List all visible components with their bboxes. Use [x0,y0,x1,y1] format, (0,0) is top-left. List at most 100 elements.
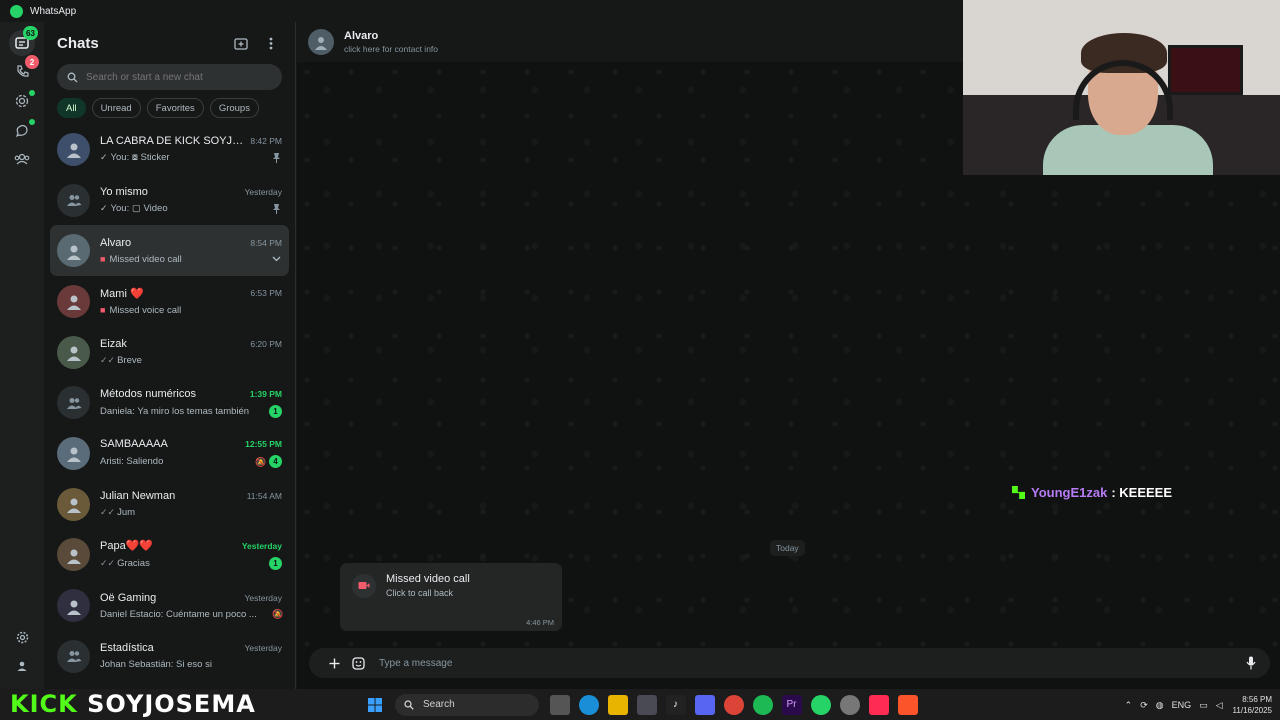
chevron-down-icon[interactable] [272,254,282,264]
chat-time: 6:53 PM [250,288,282,299]
filter-chips: All Unread Favorites Groups [44,90,295,124]
chat-time: 1:39 PM [249,388,282,399]
stream-chat-username: YoungE1zak [1031,485,1108,500]
tiktok-live-icon[interactable] [868,694,889,715]
contact-avatar [57,132,90,166]
tiktok-icon[interactable]: ♪ [665,694,686,715]
message-composer [309,648,1270,678]
store-icon[interactable] [636,694,657,715]
message-input[interactable] [379,657,1236,669]
chat-list: LA CABRA DE KICK SOYJO... 8:42 PM ✓ You:… [44,124,295,682]
tray-time: 8:56 PM [1242,695,1272,704]
chat-name: SAMBAAAAA [100,438,168,451]
search-icon [67,72,78,82]
tray-network-icon[interactable]: ▭ [1199,700,1208,711]
chat-name: Papa❤️❤️ [100,540,154,553]
chat-search-box[interactable] [57,64,282,90]
missed-call-icon: ■ [100,305,106,316]
tray-chevron-icon[interactable]: ⌃ [1125,700,1133,711]
chrome-icon[interactable] [723,694,744,715]
chat-preview: You: ▢ Video [110,203,168,215]
unread-count-badge: 1 [269,404,282,418]
kick-badge-icon [1012,486,1025,499]
chat-name: Yo mismo [100,186,148,199]
discord-icon[interactable] [694,694,715,715]
menu-kebab-icon[interactable] [260,32,282,54]
brave-browser-icon[interactable] [897,694,918,715]
chat-list-item[interactable]: Métodos numéricos 1:39 PM Daniela: Ya mi… [50,377,289,428]
chat-time: Yesterday [244,643,283,654]
chat-list-item[interactable]: Mami ❤️ 6:53 PM ■ Missed voice call [50,276,289,327]
contact-avatar [57,589,90,623]
sticker-emoji-icon[interactable] [349,654,367,672]
new-chat-icon[interactable] [230,32,252,54]
chat-list-item[interactable]: Oë Gaming Yesterday Daniel Estacio: Cuén… [50,580,289,631]
webcam-background-monitor [1168,45,1243,95]
microphone-icon[interactable] [1242,654,1260,672]
communities-nav-icon[interactable] [11,148,33,170]
premiere-icon[interactable]: Pr [781,694,802,715]
chat-time: 8:54 PM [250,237,282,248]
search-input[interactable] [86,71,266,83]
steam-icon[interactable] [839,694,860,715]
call-back-hint[interactable]: Click to call back [386,588,470,598]
taskbar-search-icon [404,699,414,710]
group-avatar-icon [57,183,90,217]
conversation-header[interactable]: Alvaro click here for contact info [297,22,963,62]
nav-rail: 63 2 [0,22,44,689]
unread-count-badge: 1 [269,557,282,571]
contact-name[interactable]: Alvaro [344,30,438,42]
chat-list-item[interactable]: Julian Newman 11:54 AM ✓✓ Jum [50,479,289,530]
taskbar-search-label: Search [423,699,455,710]
tray-mic-icon[interactable]: ◍ [1156,700,1164,711]
spotify-icon[interactable] [752,694,773,715]
chat-list-item[interactable]: SAMBAAAAA 12:55 PM Aristi: Saliendo 🔕 4 [50,428,289,479]
settings-gear-icon[interactable] [11,626,33,648]
chat-preview: Breve [117,355,142,367]
read-checkmarks-icon: ✓✓ [100,355,116,366]
taskbar-search[interactable]: Search [395,693,539,716]
filter-unread-chip[interactable]: Unread [91,98,141,118]
chat-list-item[interactable]: Yo mismo Yesterday ✓ You: ▢ Video [50,175,289,226]
whatsapp-taskbar-icon[interactable] [810,694,831,715]
chat-time: 11:54 AM [246,491,282,502]
filter-groups-chip[interactable]: Groups [209,98,259,118]
filter-all-chip[interactable]: All [57,98,86,118]
filter-favorites-chip[interactable]: Favorites [146,98,204,118]
chat-preview: Jum [117,507,136,519]
status-dot [29,90,35,96]
chat-list-item[interactable]: Alvaro 8:54 PM ■ Missed video call [50,225,289,277]
tray-date: 11/16/2025 [1232,706,1272,715]
stream-chat-message: YoungE1zak : KEEEEE [1012,485,1172,500]
task-view-icon[interactable] [549,694,570,715]
tray-language[interactable]: ENG [1172,700,1192,710]
group-avatar-icon [57,639,90,673]
contact-avatar [57,284,90,318]
tray-clock[interactable]: 8:56 PM 11/16/2025 [1233,694,1272,716]
tray-volume-icon[interactable]: ◁ [1216,700,1223,711]
missed-call-bubble[interactable]: Missed video call Click to call back 4:4… [340,563,562,631]
contact-avatar[interactable] [308,29,334,55]
chat-preview: Missed video call [109,253,182,265]
window-titlebar: WhatsApp [0,0,963,22]
call-timestamp: 4:46 PM [526,618,554,627]
whatsapp-logo-icon [10,4,23,18]
chat-time: Yesterday [244,592,283,603]
missed-call-icon: ■ [100,254,106,265]
edge-browser-icon[interactable] [578,694,599,715]
windows-start-icon[interactable] [365,695,385,715]
chat-list-item[interactable]: Eizak 6:20 PM ✓✓ Breve [50,327,289,378]
chat-list-item[interactable]: LA CABRA DE KICK SOYJO... 8:42 PM ✓ You:… [50,124,289,175]
chat-preview: You: ⧇ Sticker [110,152,170,164]
stream-chat-text: : KEEEEE [1111,485,1173,500]
chat-list-item[interactable]: Estadística Yesterday Johan Sebastián: S… [50,631,289,682]
profile-icon[interactable] [11,655,33,677]
chat-list-item[interactable]: Papa❤️❤️ Yesterday ✓✓ Gracias 1 [50,530,289,581]
chat-time: Yesterday [244,187,283,198]
file-explorer-icon[interactable] [607,694,628,715]
tray-sync-icon[interactable]: ⟳ [1140,700,1148,711]
chat-name: Métodos numéricos [100,387,196,400]
chat-preview: Missed voice call [109,304,182,316]
attach-plus-icon[interactable] [325,654,343,672]
contact-info-hint[interactable]: click here for contact info [344,44,438,54]
